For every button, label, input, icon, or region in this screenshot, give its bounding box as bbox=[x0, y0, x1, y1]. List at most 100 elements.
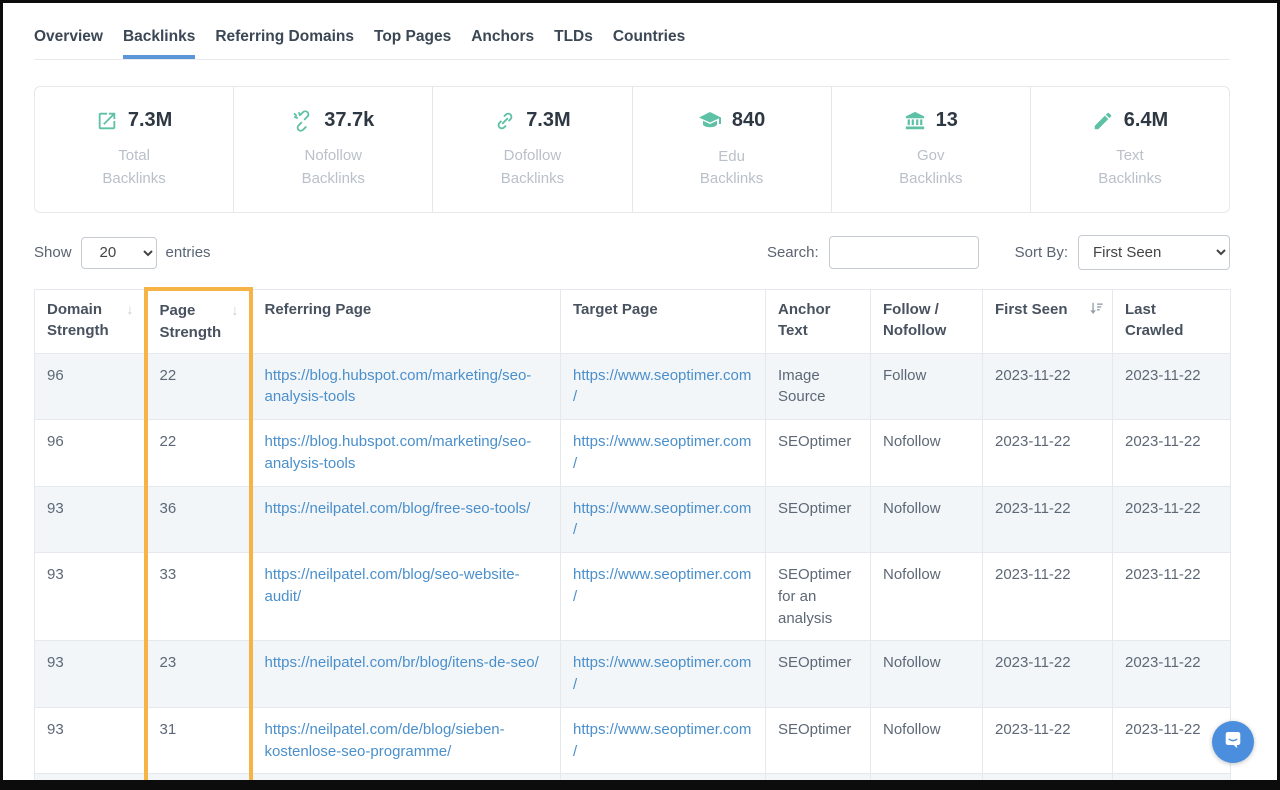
stat-label: Dofollow Backlinks bbox=[501, 145, 564, 190]
cell-first-seen: 2023-11-22 bbox=[983, 774, 1113, 790]
external-link-icon bbox=[96, 110, 118, 132]
cell-page-strength: 36 bbox=[146, 486, 251, 553]
tab-referring-domains[interactable]: Referring Domains bbox=[215, 28, 354, 59]
stat-edu-backlinks: 840 Edu Backlinks bbox=[633, 87, 832, 212]
cell-target-page: https://www.seoptimer.com/ bbox=[561, 641, 766, 708]
stat-gov-backlinks: 13 Gov Backlinks bbox=[832, 87, 1031, 212]
table-header-row: Domain Strength ↓ Page Strength ↓ Referr… bbox=[35, 289, 1231, 353]
cell-follow: Nofollow bbox=[871, 420, 983, 487]
table-row: 93 31 https://neilpatel.com/de/blog/sieb… bbox=[35, 707, 1231, 774]
backlinks-report-page: Overview Backlinks Referring Domains Top… bbox=[0, 0, 1280, 790]
sort-amount-desc-icon bbox=[1089, 301, 1104, 323]
col-header-target-page[interactable]: Target Page bbox=[561, 289, 766, 353]
cell-target-page: https://www.seoptimer.com/ bbox=[561, 420, 766, 487]
cell-target-page: https://www.seoptimer.com/ bbox=[561, 353, 766, 420]
col-header-page-strength[interactable]: Page Strength ↓ bbox=[146, 289, 251, 353]
sort-by-label: Sort By: bbox=[1015, 244, 1068, 261]
referring-page-link[interactable]: https://neilpatel.com/blog/free-seo-tool… bbox=[265, 500, 531, 517]
cell-domain-strength: 93 bbox=[35, 641, 146, 708]
show-label: Show bbox=[34, 244, 72, 261]
cell-follow: Nofollow bbox=[871, 486, 983, 553]
col-header-domain-strength[interactable]: Domain Strength ↓ bbox=[35, 289, 146, 353]
cell-first-seen: 2023-11-22 bbox=[983, 353, 1113, 420]
referring-page-link[interactable]: https://neilpatel.com/blog/seo-website-a… bbox=[265, 566, 520, 605]
target-page-link[interactable]: https://www.seoptimer.com/ bbox=[573, 367, 751, 406]
cell-last-crawled: 2023-11-22 bbox=[1113, 353, 1231, 420]
cell-referring-page: https://neilpatel.com/es/blog/pasos-de-s… bbox=[251, 774, 561, 790]
report-tabs: Overview Backlinks Referring Domains Top… bbox=[34, 28, 1230, 60]
tab-countries[interactable]: Countries bbox=[613, 28, 685, 59]
backlinks-table: Domain Strength ↓ Page Strength ↓ Referr… bbox=[34, 287, 1231, 790]
table-row: 96 22 https://blog.hubspot.com/marketing… bbox=[35, 420, 1231, 487]
stat-dofollow-backlinks: 7.3M Dofollow Backlinks bbox=[433, 87, 632, 212]
cell-follow: Nofollow bbox=[871, 707, 983, 774]
target-page-link[interactable]: https://www.seoptimer.com/ bbox=[573, 654, 751, 693]
cell-first-seen: 2023-11-22 bbox=[983, 553, 1113, 641]
stat-value: 7.3M bbox=[128, 109, 172, 132]
referring-page-link[interactable]: https://neilpatel.com/de/blog/sieben-kos… bbox=[265, 721, 505, 760]
cell-anchor-text: SEOptimer bbox=[766, 641, 871, 708]
stat-value: 7.3M bbox=[526, 109, 570, 132]
cell-last-crawled: 2023-11-22 bbox=[1113, 641, 1231, 708]
cell-anchor-text: SEOptimer bbox=[766, 420, 871, 487]
tab-top-pages[interactable]: Top Pages bbox=[374, 28, 451, 59]
cell-first-seen: 2023-11-22 bbox=[983, 707, 1113, 774]
cell-page-strength: 22 bbox=[146, 420, 251, 487]
cell-page-strength: 22 bbox=[146, 353, 251, 420]
target-page-link[interactable]: https://www.seoptimer.com/ bbox=[573, 721, 751, 760]
tab-anchors[interactable]: Anchors bbox=[471, 28, 534, 59]
cell-follow: Follow bbox=[871, 353, 983, 420]
sort-arrow-icon: ↓ bbox=[232, 300, 239, 320]
tab-backlinks[interactable]: Backlinks bbox=[123, 28, 195, 59]
cell-anchor-text: Image Source bbox=[766, 353, 871, 420]
stat-total-backlinks: 7.3M Total Backlinks bbox=[35, 87, 234, 212]
entries-label: entries bbox=[166, 244, 211, 261]
col-header-follow-nofollow[interactable]: Follow / Nofollow bbox=[871, 289, 983, 353]
target-page-link[interactable]: https://www.seoptimer.com/ bbox=[573, 433, 751, 472]
broken-link-icon bbox=[292, 110, 314, 132]
stats-card: 7.3M Total Backlinks 37.7k Nofollow Back… bbox=[34, 86, 1230, 213]
cell-anchor-text: SEOptimer for an analysis bbox=[766, 553, 871, 641]
stat-value: 6.4M bbox=[1124, 109, 1168, 132]
cell-target-page: https://www.seoptimer.com/ bbox=[561, 707, 766, 774]
referring-page-link[interactable]: https://neilpatel.com/br/blog/itens-de-s… bbox=[265, 654, 539, 671]
graduation-cap-icon bbox=[698, 109, 722, 133]
stat-value: 37.7k bbox=[324, 109, 374, 132]
cell-page-strength: 23 bbox=[146, 641, 251, 708]
chat-launcher-button[interactable] bbox=[1212, 721, 1254, 763]
col-header-referring-page[interactable]: Referring Page bbox=[251, 289, 561, 353]
link-icon bbox=[494, 110, 516, 132]
pencil-icon bbox=[1092, 110, 1114, 132]
search-input[interactable] bbox=[829, 236, 979, 269]
sort-by-select[interactable]: First Seen bbox=[1078, 235, 1230, 270]
referring-page-link[interactable]: https://blog.hubspot.com/marketing/seo-a… bbox=[265, 367, 532, 406]
table-row: 93 36 https://neilpatel.com/blog/free-se… bbox=[35, 486, 1231, 553]
cell-last-crawled: 2023-11-22 bbox=[1113, 553, 1231, 641]
page-size-select[interactable]: 20 bbox=[81, 237, 157, 269]
cell-follow: Nofollow bbox=[871, 553, 983, 641]
cell-referring-page: https://neilpatel.com/blog/free-seo-tool… bbox=[251, 486, 561, 553]
cell-page-strength: 31 bbox=[146, 707, 251, 774]
search-label: Search: bbox=[767, 244, 819, 261]
table-row: 96 22 https://blog.hubspot.com/marketing… bbox=[35, 353, 1231, 420]
tab-overview[interactable]: Overview bbox=[34, 28, 103, 59]
stat-label: Text Backlinks bbox=[1098, 145, 1161, 190]
stat-label: Edu Backlinks bbox=[700, 146, 763, 191]
cell-referring-page: https://blog.hubspot.com/marketing/seo-a… bbox=[251, 420, 561, 487]
cell-domain-strength: 93 bbox=[35, 486, 146, 553]
table-row: 93 33 https://neilpatel.com/blog/seo-web… bbox=[35, 553, 1231, 641]
cell-follow: Nofollow bbox=[871, 774, 983, 790]
stat-text-backlinks: 6.4M Text Backlinks bbox=[1031, 87, 1229, 212]
tab-tlds[interactable]: TLDs bbox=[554, 28, 593, 59]
cell-domain-strength: 96 bbox=[35, 420, 146, 487]
col-header-last-crawled[interactable]: Last Crawled bbox=[1113, 289, 1231, 353]
target-page-link[interactable]: https://www.seoptimer.com/ bbox=[573, 500, 751, 539]
cell-domain-strength: 93 bbox=[35, 553, 146, 641]
cell-target-page: https://www.seoptimer.com/ bbox=[561, 553, 766, 641]
cell-first-seen: 2023-11-22 bbox=[983, 641, 1113, 708]
col-header-anchor-text[interactable]: Anchor Text bbox=[766, 289, 871, 353]
cell-first-seen: 2023-11-22 bbox=[983, 486, 1113, 553]
col-header-first-seen[interactable]: First Seen bbox=[983, 289, 1113, 353]
referring-page-link[interactable]: https://blog.hubspot.com/marketing/seo-a… bbox=[265, 433, 532, 472]
target-page-link[interactable]: https://www.seoptimer.com/ bbox=[573, 566, 751, 605]
